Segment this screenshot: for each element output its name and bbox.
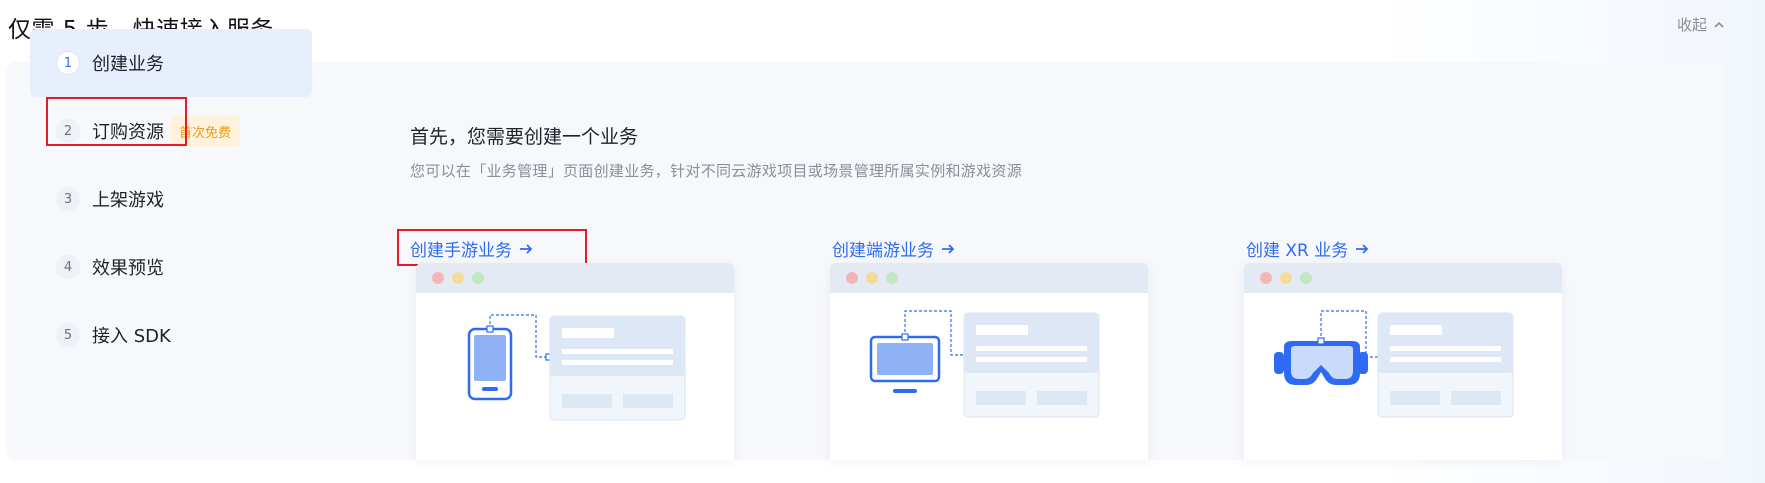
vr-headset-icon (1274, 310, 1514, 418)
window-titlebar (830, 263, 1148, 293)
window-titlebar (416, 263, 734, 293)
pc-game-card[interactable] (830, 263, 1148, 460)
collapse-button[interactable]: 收起 (1677, 14, 1725, 35)
maximize-dot-icon (1300, 272, 1312, 284)
maximize-dot-icon (886, 272, 898, 284)
link-label: 创建 XR 业务 (1246, 241, 1349, 261)
maximize-dot-icon (472, 272, 484, 284)
step-number: 2 (56, 119, 80, 143)
close-dot-icon (846, 272, 858, 284)
step-number: 3 (56, 187, 80, 211)
minimize-dot-icon (866, 272, 878, 284)
close-dot-icon (432, 272, 444, 284)
step-label: 效果预览 (92, 258, 164, 279)
minimize-dot-icon (1280, 272, 1292, 284)
collapse-label: 收起 (1676, 16, 1707, 34)
step-item-create-business[interactable]: 1 创建业务 (30, 29, 312, 97)
content-title: 首先，您需要创建一个业务 (410, 126, 639, 148)
create-xr-link[interactable]: 创建 XR 业务 (1246, 236, 1370, 261)
arrow-right-icon (942, 243, 955, 254)
step-list: 1 创建业务 2 订购资源 首次免费 3 上架游戏 4 效果预览 5 接入 SD… (30, 29, 312, 369)
minimize-dot-icon (452, 272, 464, 284)
step-item-publish-game[interactable]: 3 上架游戏 (30, 165, 312, 233)
arrow-right-icon (1356, 243, 1369, 254)
step-item-integrate-sdk[interactable]: 5 接入 SDK (30, 301, 312, 369)
step-item-preview[interactable]: 4 效果预览 (30, 233, 312, 301)
arrow-right-icon (520, 243, 533, 254)
step-number: 4 (56, 255, 80, 279)
free-badge: 首次免费 (170, 115, 241, 147)
content-description: 您可以在「业务管理」页面创建业务，针对不同云游戏项目或场景管理所属实例和游戏资源 (410, 162, 1023, 180)
step-item-order-resources[interactable]: 2 订购资源 首次免费 (30, 97, 312, 165)
mobile-game-card[interactable] (416, 263, 734, 460)
step-number: 1 (56, 51, 80, 75)
desktop-monitor-icon (869, 310, 1100, 418)
mobile-device-icon (467, 314, 686, 421)
link-label: 创建端游业务 (832, 241, 934, 261)
create-mobile-game-link[interactable]: 创建手游业务 (410, 236, 534, 261)
step-label: 订购资源 (92, 122, 164, 143)
create-pc-game-link[interactable]: 创建端游业务 (832, 236, 956, 261)
window-titlebar (1244, 263, 1562, 293)
step-number: 5 (56, 323, 80, 347)
link-label: 创建手游业务 (410, 241, 512, 261)
step-label: 创建业务 (92, 54, 164, 75)
xr-card[interactable] (1244, 263, 1562, 460)
chevron-up-icon (1714, 21, 1724, 28)
step-label: 接入 SDK (92, 326, 171, 347)
close-dot-icon (1260, 272, 1272, 284)
step-label: 上架游戏 (92, 190, 164, 211)
